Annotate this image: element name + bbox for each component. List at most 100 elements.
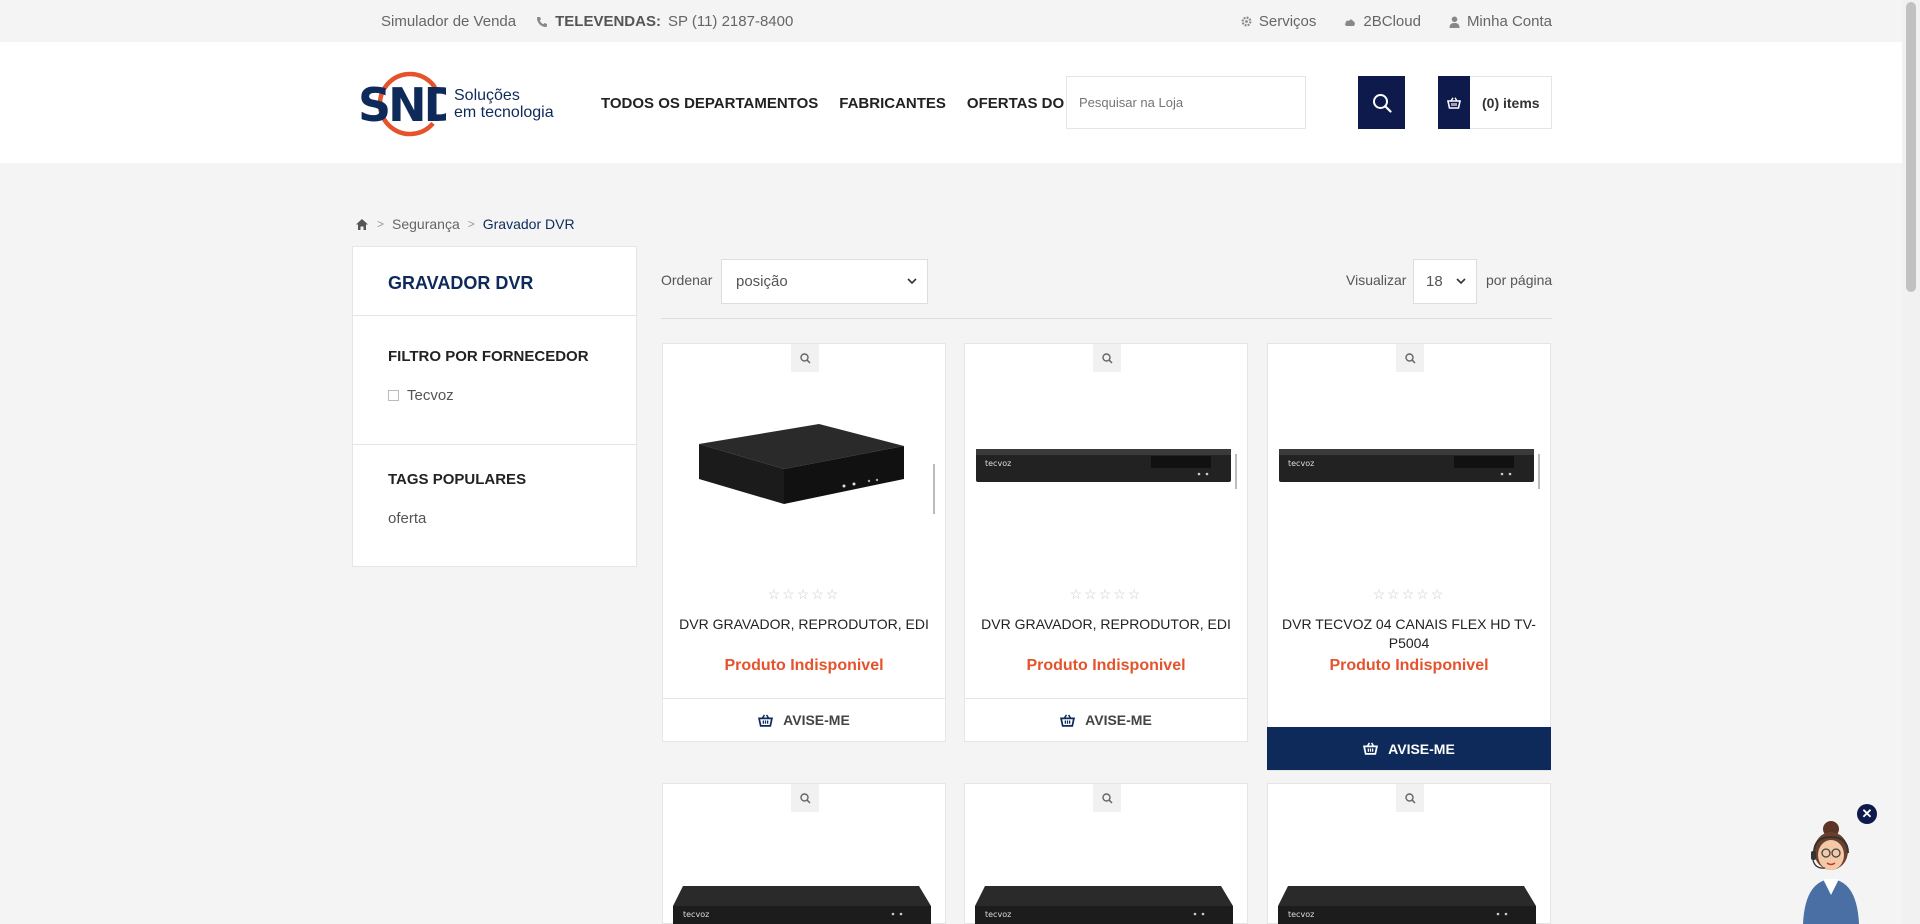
cloud-icon xyxy=(1345,19,1356,26)
product-image[interactable]: tecvoz xyxy=(971,394,1243,544)
filter-option-tecvoz[interactable]: Tecvoz xyxy=(388,387,454,404)
product-image[interactable] xyxy=(669,394,941,544)
simulator-link[interactable]: Simulador de Venda xyxy=(381,13,516,30)
product-card[interactable]: tecvoz xyxy=(662,783,946,924)
cloud-label: 2BCloud xyxy=(1363,13,1421,30)
product-image[interactable]: tecvoz xyxy=(1274,876,1546,924)
zoom-icon xyxy=(1404,792,1416,804)
sidebar: GRAVADOR DVR FILTRO POR FORNECEDOR Tecvo… xyxy=(352,246,637,567)
quick-view-button[interactable] xyxy=(1093,784,1121,812)
notify-me-button[interactable]: AVISE-ME xyxy=(663,698,945,741)
notify-me-label: AVISE-ME xyxy=(1085,712,1152,728)
logo-tagline-line2: em tecnologia xyxy=(454,104,554,121)
cart-count: (0) items xyxy=(1482,94,1540,111)
search-icon xyxy=(1372,93,1392,113)
chat-assistant-avatar[interactable] xyxy=(1795,815,1867,924)
televendas-phone: SP (11) 2187-8400 xyxy=(667,13,794,30)
basket-icon xyxy=(1363,742,1379,755)
close-icon: ✕ xyxy=(1861,806,1873,821)
zoom-icon xyxy=(799,792,811,804)
notify-me-label: AVISE-ME xyxy=(1388,740,1455,757)
page-scrollbar[interactable] xyxy=(1902,0,1920,924)
divider xyxy=(353,315,636,316)
televendas-label: TELEVENDAS: xyxy=(555,13,661,30)
per-page-value: 18 xyxy=(1426,273,1443,290)
notify-me-button[interactable]: AVISE-ME xyxy=(965,698,1247,741)
product-card[interactable]: ☆☆☆☆☆ DVR GRAVADOR, REPRODUTOR, EDI Prod… xyxy=(662,343,946,742)
logo-letters: SND xyxy=(358,78,446,132)
snd-logo-mark: SND xyxy=(358,71,446,137)
quick-view-button[interactable] xyxy=(1396,784,1424,812)
product-card[interactable]: tecvoz ☆☆☆☆☆ DVR GRAVADOR, REPRODUTOR, E… xyxy=(964,343,1248,742)
search-input[interactable] xyxy=(1079,95,1299,110)
product-card[interactable]: tecvoz xyxy=(964,783,1248,924)
filter-option-label: Tecvoz xyxy=(407,387,454,404)
product-image[interactable]: tecvoz xyxy=(1274,394,1546,544)
services-label: Serviços xyxy=(1258,13,1317,30)
scrollbar-thumb[interactable] xyxy=(1906,2,1916,292)
device-brand: tecvoz xyxy=(985,459,1011,468)
sort-select[interactable]: posição xyxy=(721,259,928,304)
product-card[interactable]: tecvoz ☆☆☆☆☆ DVR TECVOZ 04 CANAIS FLEX H… xyxy=(1267,343,1551,771)
chevron-down-icon xyxy=(1456,278,1466,285)
breadcrumb-separator-icon: > xyxy=(467,217,475,231)
per-page-label: por página xyxy=(1486,272,1553,288)
category-title: GRAVADOR DVR xyxy=(388,273,534,293)
notify-me-label: AVISE-ME xyxy=(783,712,850,728)
product-name[interactable]: DVR TECVOZ 04 CANAIS FLEX HD TV-P5004 xyxy=(1278,615,1540,653)
breadcrumb-current: Gravador DVR xyxy=(482,216,575,232)
user-icon xyxy=(1449,16,1460,28)
top-bar: Simulador de Venda TELEVENDAS: SP (11) 2… xyxy=(0,0,1902,42)
rating-stars: ☆☆☆☆☆ xyxy=(1069,586,1143,602)
tag-link[interactable]: oferta xyxy=(388,510,426,527)
device-brand: tecvoz xyxy=(985,910,1011,919)
product-card[interactable]: tecvoz xyxy=(1267,783,1551,924)
notify-me-button[interactable]: AVISE-ME xyxy=(1267,727,1551,770)
rating-stars: ☆☆☆☆☆ xyxy=(767,586,841,602)
product-image[interactable]: tecvoz xyxy=(669,876,941,924)
logo-tagline: Soluções em tecnologia xyxy=(454,87,554,121)
zoom-icon xyxy=(799,352,811,364)
toolbar-divider xyxy=(661,318,1552,319)
main-nav: TODOS OS DEPARTAMENTOS FABRICANTES OFERT… xyxy=(601,95,1094,112)
quick-view-button[interactable] xyxy=(1093,344,1121,372)
tags-heading: TAGS POPULARES xyxy=(388,471,527,488)
basket-icon-box xyxy=(1438,76,1470,129)
zoom-icon xyxy=(1101,792,1113,804)
breadcrumb-security[interactable]: Segurança xyxy=(392,216,460,232)
availability-status: Produto Indisponivel xyxy=(1026,657,1186,674)
phone-icon xyxy=(537,16,548,27)
breadcrumb-separator-icon: > xyxy=(377,217,385,231)
close-assistant-button[interactable]: ✕ xyxy=(1857,804,1877,824)
account-label: Minha Conta xyxy=(1466,13,1552,30)
quick-view-button[interactable] xyxy=(1396,344,1424,372)
product-image[interactable]: tecvoz xyxy=(971,876,1243,924)
product-name[interactable]: DVR GRAVADOR, REPRODUTOR, EDI xyxy=(975,615,1237,634)
basket-icon xyxy=(1060,714,1076,727)
filter-heading: FILTRO POR FORNECEDOR xyxy=(388,348,589,365)
home-icon[interactable] xyxy=(355,218,369,231)
logo-tagline-line1: Soluções xyxy=(454,87,520,104)
quick-view-button[interactable] xyxy=(791,784,819,812)
device-brand: tecvoz xyxy=(683,910,709,919)
services-link[interactable]: Serviços xyxy=(1241,13,1317,30)
zoom-icon xyxy=(1101,352,1113,364)
site-header: SND Soluções em tecnologia TODOS OS DEPA… xyxy=(0,42,1902,163)
availability-status: Produto Indisponivel xyxy=(724,657,884,674)
per-page-select[interactable]: 18 xyxy=(1413,259,1477,304)
availability-status: Produto Indisponivel xyxy=(1329,657,1489,674)
rating-stars: ☆☆☆☆☆ xyxy=(1372,586,1446,602)
gear-icon xyxy=(1241,16,1252,27)
basket-icon xyxy=(1447,96,1461,109)
product-name[interactable]: DVR GRAVADOR, REPRODUTOR, EDI xyxy=(673,615,935,634)
nav-departments[interactable]: TODOS OS DEPARTAMENTOS xyxy=(601,95,818,112)
device-brand: tecvoz xyxy=(1288,910,1314,919)
account-link[interactable]: Minha Conta xyxy=(1449,13,1552,30)
cart-button[interactable]: (0) items xyxy=(1438,76,1552,129)
quick-view-button[interactable] xyxy=(791,344,819,372)
site-logo[interactable]: SND Soluções em tecnologia xyxy=(358,69,554,139)
cloud-link[interactable]: 2BCloud xyxy=(1344,13,1421,30)
checkbox[interactable] xyxy=(388,390,399,401)
search-button[interactable] xyxy=(1358,76,1405,129)
nav-manufacturers[interactable]: FABRICANTES xyxy=(839,95,946,112)
